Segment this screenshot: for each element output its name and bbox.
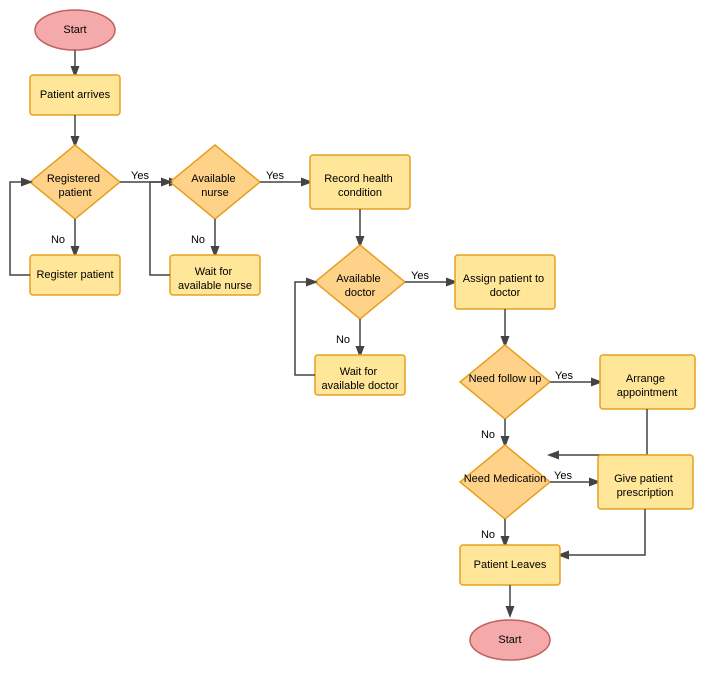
arrow-arrange-medication [550,409,647,455]
arrow-prescription-leaves [560,509,645,555]
no-label-nurse: No [191,234,205,246]
end-label: Start [498,634,521,646]
no-label-doctor: No [336,334,350,346]
patient-leaves-label: Patient Leaves [474,559,547,571]
yes-label-nurse: Yes [266,170,284,182]
arrow-register-loop [10,182,30,275]
no-label-registered: No [51,234,65,246]
yes-label-doctor: Yes [411,270,429,282]
start-label: Start [63,24,86,36]
register-patient-label: Register patient [36,269,113,281]
no-label-followup: No [481,429,495,441]
no-label-medication: No [481,529,495,541]
yes-label-registered: Yes [131,170,149,182]
need-followup-label: Need follow up [469,373,542,385]
yes-label-medication: Yes [554,470,572,482]
arrow-wait-doctor-loop [295,282,315,375]
yes-label-followup: Yes [555,370,573,382]
need-medication-label: Need Medication [464,473,547,485]
patient-arrives-label: Patient arrives [40,89,111,101]
flowchart: Start Patient arrives Registered patient… [0,0,709,693]
arrow-wait-nurse-loop [150,182,170,275]
